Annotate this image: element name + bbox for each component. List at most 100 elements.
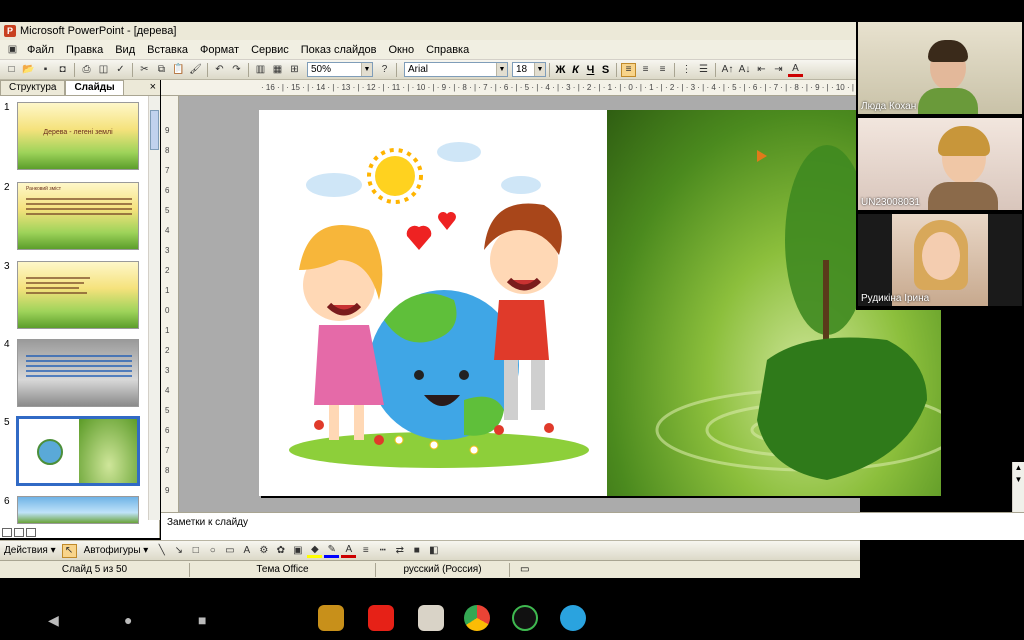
dash-style-icon[interactable]: ┅ (375, 544, 390, 558)
chevron-down-icon[interactable]: ▼ (496, 63, 507, 76)
cut-icon[interactable]: ✂ (137, 63, 152, 77)
insert-table-icon[interactable]: ▦ (270, 63, 285, 77)
new-icon[interactable]: □ (4, 63, 19, 77)
chrome-icon[interactable] (464, 605, 490, 631)
menu-help[interactable]: Справка (420, 44, 475, 56)
help-icon[interactable]: ? (377, 63, 392, 77)
menu-tools[interactable]: Сервис (245, 44, 295, 56)
app-shortcut-icon[interactable] (418, 605, 444, 631)
slide-thumbnail[interactable]: 3 (0, 261, 148, 331)
bullets-icon[interactable]: ☰ (696, 63, 711, 77)
menu-edit[interactable]: Правка (60, 44, 109, 56)
permission-icon[interactable]: ◘ (55, 63, 70, 77)
align-center-icon[interactable]: ≡ (638, 63, 653, 77)
telegram-icon[interactable] (560, 605, 586, 631)
close-icon[interactable]: × (150, 81, 156, 93)
slide-thumbnail[interactable]: 4 (0, 339, 148, 409)
autoshapes-menu[interactable]: Автофигуры ▾ (84, 545, 149, 556)
slide-thumbnail-selected[interactable]: 5 (0, 416, 148, 487)
spellcheck-icon[interactable]: ▭ (510, 563, 539, 577)
notes-pane[interactable]: Заметки к слайду (161, 512, 1024, 540)
arrow-style-icon[interactable]: ⇄ (392, 544, 407, 558)
select-pointer-icon[interactable]: ↖ (61, 543, 77, 558)
tab-slides[interactable]: Слайды (65, 80, 124, 95)
font-size-combo[interactable]: 18 ▼ (512, 62, 546, 77)
copy-icon[interactable]: ⧉ (154, 63, 169, 77)
normal-view-icon[interactable] (2, 528, 12, 537)
slide-thumbnail[interactable]: 2 Ранковий зміст (0, 182, 148, 252)
font-color-icon[interactable]: A (341, 544, 357, 558)
font-color-icon[interactable]: A (788, 63, 803, 77)
bold-button[interactable]: Ж (553, 64, 568, 76)
chevron-up-icon[interactable]: ▲ (1013, 462, 1024, 474)
diagram-icon[interactable]: ⚙ (256, 544, 271, 558)
zoom-combo[interactable]: 50% ▼ (307, 62, 373, 77)
shadow-button[interactable]: S (598, 64, 613, 76)
font-name-combo[interactable]: Arial ▼ (404, 62, 508, 77)
oval-icon[interactable]: ○ (205, 544, 220, 558)
line-icon[interactable]: ╲ (154, 544, 169, 558)
youtube-icon[interactable] (368, 605, 394, 631)
italic-button[interactable]: К (568, 64, 583, 76)
rectangle-icon[interactable]: □ (188, 544, 203, 558)
document-icon[interactable]: ▣ (5, 43, 20, 57)
menu-format[interactable]: Формат (194, 44, 245, 56)
chevron-down-icon[interactable]: ▼ (1013, 474, 1024, 486)
chevron-down-icon[interactable]: ▼ (534, 63, 545, 76)
wordart-icon[interactable]: A (239, 544, 254, 558)
tab-outline[interactable]: Структура (0, 80, 66, 95)
increase-indent-icon[interactable]: ⇥ (771, 63, 786, 77)
slide-thumbnail[interactable]: 1 Дерева - легені землі (0, 102, 148, 172)
menu-view[interactable]: Вид (109, 44, 141, 56)
print-icon[interactable]: ⎙ (79, 63, 94, 77)
slide-preview[interactable] (17, 339, 139, 407)
save-icon[interactable]: ▪ (38, 63, 53, 77)
menu-file[interactable]: Файл (21, 44, 60, 56)
decrease-font-icon[interactable]: A↓ (737, 63, 752, 77)
participant-video[interactable]: Рудикіна Ірина (858, 214, 1022, 306)
chevron-down-icon[interactable]: ▼ (361, 63, 372, 76)
home-icon[interactable]: ● (124, 612, 132, 628)
textbox-icon[interactable]: ▭ (222, 544, 237, 558)
align-right-icon[interactable]: ≡ (655, 63, 670, 77)
slide-preview[interactable]: Ранковий зміст (17, 182, 139, 250)
open-icon[interactable]: 📂 (21, 63, 36, 77)
insert-chart-icon[interactable]: ▥ (253, 63, 268, 77)
undo-icon[interactable]: ↶ (212, 63, 227, 77)
menu-insert[interactable]: Вставка (141, 44, 194, 56)
fill-color-icon[interactable]: ◆ (307, 544, 323, 558)
participant-video[interactable]: UN23008031 (858, 118, 1022, 210)
line-color-icon[interactable]: ✎ (324, 544, 340, 558)
back-icon[interactable]: ◀ (48, 612, 59, 629)
scrollbar-thumb[interactable] (150, 110, 159, 150)
slide-preview[interactable] (17, 261, 139, 329)
menu-window[interactable]: Окно (383, 44, 421, 56)
slide-preview[interactable] (16, 416, 140, 486)
recents-icon[interactable]: ■ (198, 612, 206, 628)
grid-icon[interactable]: ⊞ (287, 63, 302, 77)
picture-icon[interactable]: ▣ (290, 544, 305, 558)
redo-icon[interactable]: ↷ (229, 63, 244, 77)
decrease-indent-icon[interactable]: ⇤ (754, 63, 769, 77)
shadow-style-icon[interactable]: ■ (409, 544, 424, 558)
slideshow-view-icon[interactable] (26, 528, 36, 537)
slides-scrollbar[interactable] (148, 96, 160, 520)
preview-icon[interactable]: ◫ (96, 63, 111, 77)
format-painter-icon[interactable]: 🖌 (188, 63, 203, 77)
underline-button[interactable]: Ч (583, 64, 598, 76)
paste-icon[interactable]: 📋 (171, 63, 186, 77)
current-slide[interactable] (259, 110, 941, 496)
participant-video[interactable]: Люда Кохан (858, 22, 1022, 114)
slide-preview[interactable] (17, 496, 139, 524)
3d-style-icon[interactable]: ◧ (426, 544, 441, 558)
line-style-icon[interactable]: ≡ (358, 544, 373, 558)
arrow-icon[interactable]: ↘ (171, 544, 186, 558)
increase-font-icon[interactable]: A↑ (720, 63, 735, 77)
right-scrollbar[interactable]: ▲ ▼ (1012, 462, 1024, 512)
sorter-view-icon[interactable] (14, 528, 24, 537)
menu-slideshow[interactable]: Показ слайдов (295, 44, 383, 56)
app-shortcut-icon[interactable] (318, 605, 344, 631)
align-left-icon[interactable]: ≡ (621, 62, 636, 77)
actions-menu[interactable]: Действия ▾ (4, 545, 56, 556)
clipart-icon[interactable]: ✿ (273, 544, 288, 558)
